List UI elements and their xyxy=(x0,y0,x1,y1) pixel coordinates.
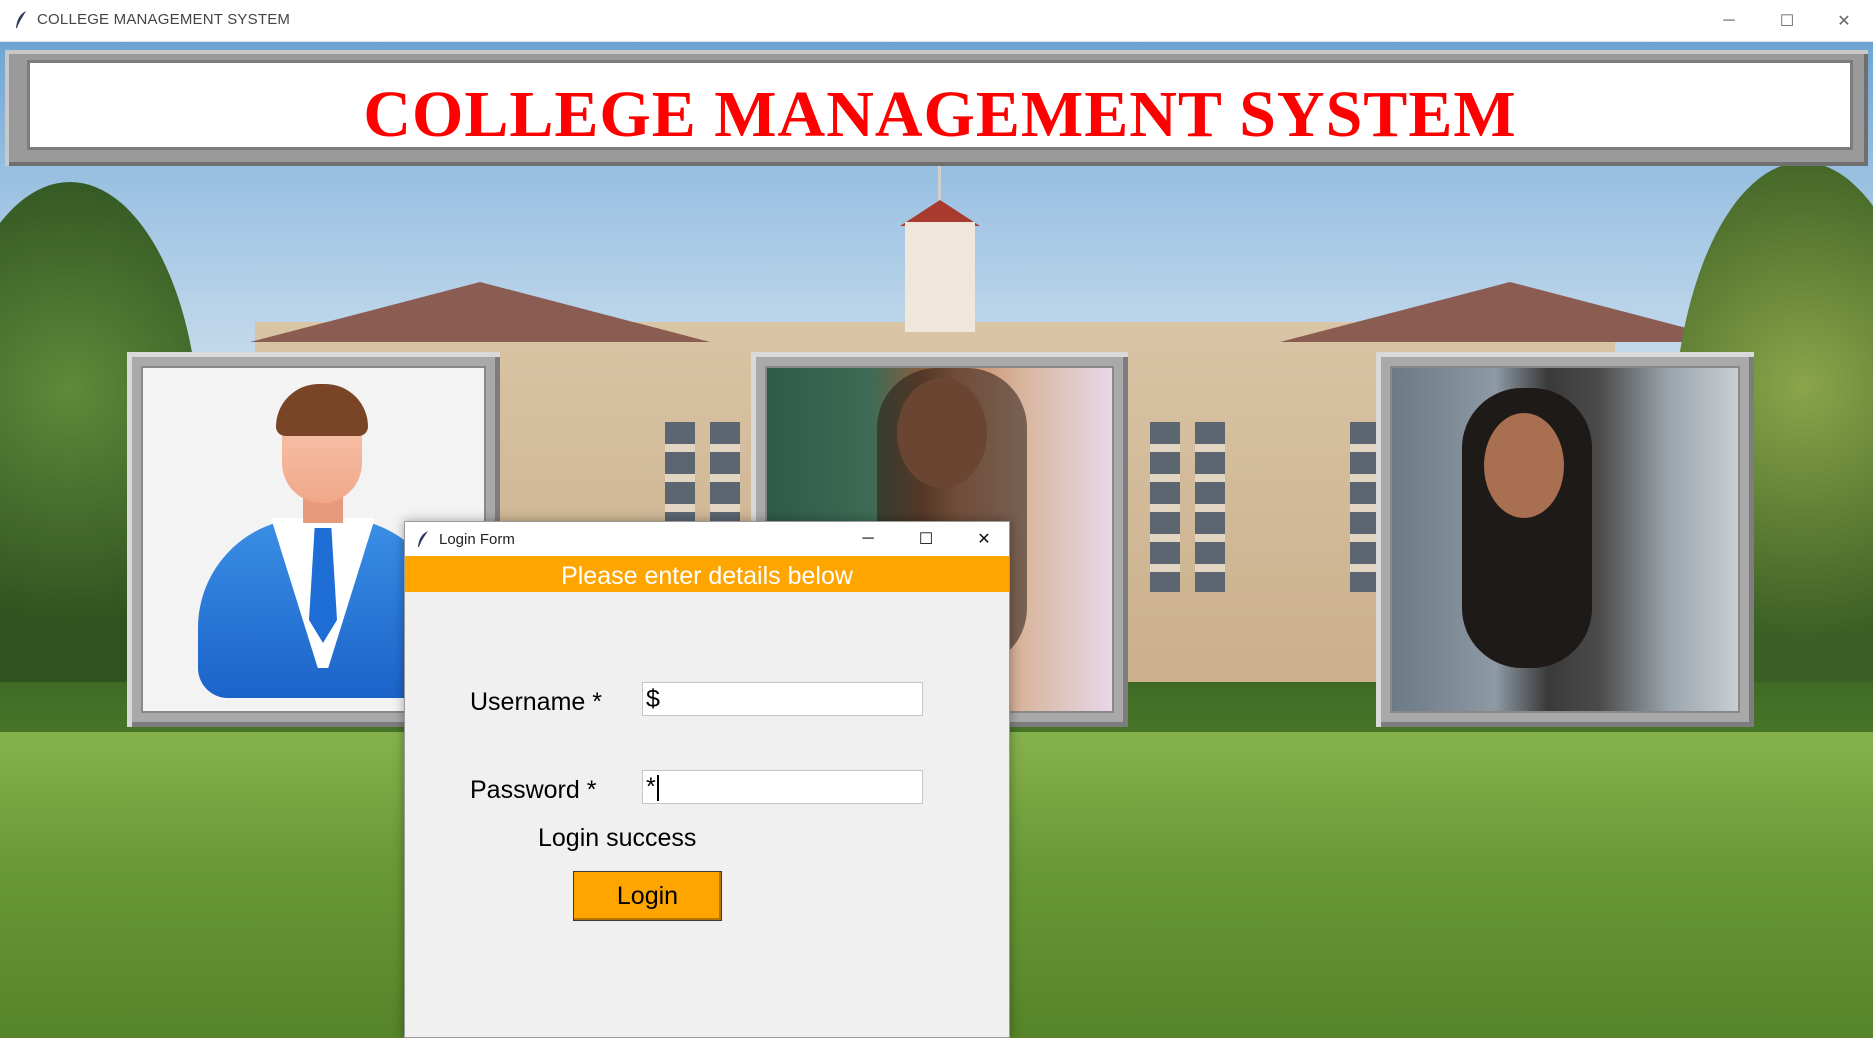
maximize-icon: ☐ xyxy=(918,531,934,548)
maximize-icon: ☐ xyxy=(1779,12,1795,30)
dialog-minimize-button[interactable]: ─ xyxy=(843,522,893,556)
instructions-text: Please enter details below xyxy=(561,562,853,590)
window-column xyxy=(1195,422,1225,592)
close-button[interactable]: ✕ xyxy=(1815,0,1873,41)
feather-icon xyxy=(418,531,428,547)
feather-icon xyxy=(16,11,26,28)
dialog-title: Login Form xyxy=(439,531,515,548)
dialog-header: Please enter details below xyxy=(405,556,1009,592)
student-photo-2 xyxy=(1390,366,1740,713)
dialog-close-button[interactable]: ✕ xyxy=(959,522,1009,556)
banner-inner: COLLEGE MANAGEMENT SYSTEM xyxy=(27,60,1853,151)
dialog-maximize-button[interactable]: ☐ xyxy=(901,522,951,556)
text-caret xyxy=(656,775,659,802)
minimize-button[interactable]: ─ xyxy=(1700,0,1758,41)
main-titlebar: COLLEGE MANAGEMENT SYSTEM ─ ☐ ✕ xyxy=(0,0,1873,42)
login-button-label: Login xyxy=(616,881,679,910)
close-icon: ✕ xyxy=(977,531,991,548)
clock-tower xyxy=(905,222,975,332)
window-column xyxy=(1150,422,1180,592)
student-face xyxy=(1484,413,1564,518)
roof-left xyxy=(250,282,710,342)
app-title: COLLEGE MANAGEMENT SYSTEM xyxy=(363,78,1517,151)
login-button[interactable]: Login xyxy=(573,871,722,921)
avatar-hair xyxy=(276,384,368,436)
photo-frame-2 xyxy=(1376,352,1754,727)
roof-right xyxy=(1280,282,1740,342)
minimize-icon: ─ xyxy=(1723,11,1735,29)
password-value: * xyxy=(646,773,656,801)
username-value: $ xyxy=(646,685,660,713)
minimize-icon: ─ xyxy=(862,530,874,547)
close-icon: ✕ xyxy=(1837,12,1851,30)
username-input[interactable]: $ xyxy=(642,682,923,716)
password-label: Password * xyxy=(470,776,597,804)
username-label: Username * xyxy=(470,688,602,716)
maximize-button[interactable]: ☐ xyxy=(1758,0,1816,41)
password-input[interactable]: * xyxy=(642,770,923,804)
header-banner: COLLEGE MANAGEMENT SYSTEM xyxy=(5,50,1868,166)
status-message: Login success xyxy=(538,824,697,852)
window-title: COLLEGE MANAGEMENT SYSTEM xyxy=(37,11,291,28)
dialog-titlebar[interactable]: Login Form ─ ☐ ✕ xyxy=(405,522,1009,556)
